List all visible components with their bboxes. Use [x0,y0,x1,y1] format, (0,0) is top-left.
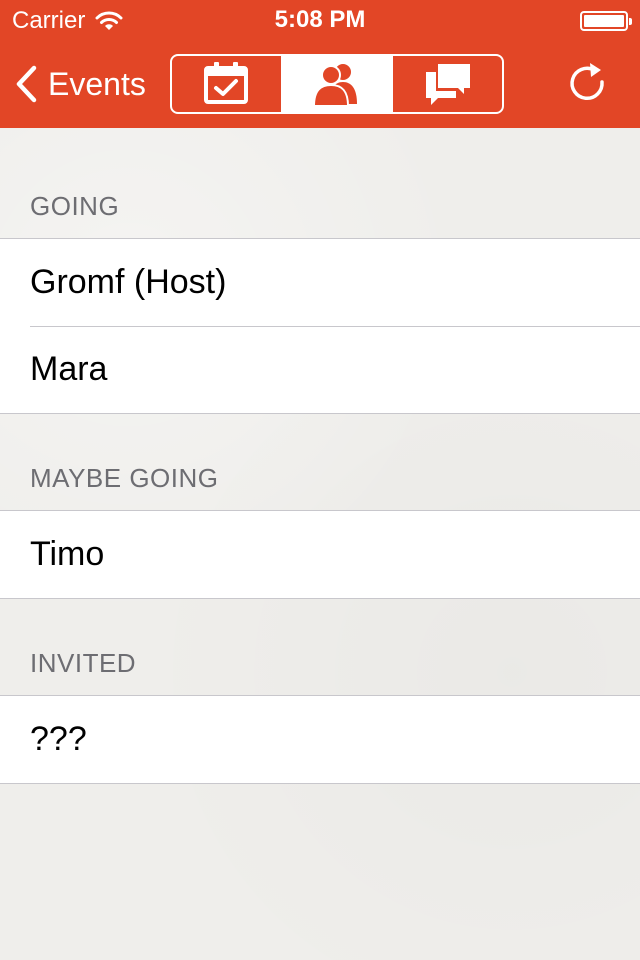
back-button[interactable]: Events [14,62,146,106]
section-header-invited: INVITED [0,599,640,695]
refresh-icon[interactable] [564,60,612,108]
segment-event-details[interactable] [172,56,281,112]
chat-bubbles-icon [425,64,470,105]
segment-attendees[interactable] [280,56,392,112]
section-title: GOING [30,191,120,221]
section-going: Gromf (Host) Mara [0,238,640,414]
people-icon [312,64,357,107]
list-item[interactable]: Mara [0,326,640,413]
navigation-bar: Events [0,40,640,128]
section-title: MAYBE GOING [30,463,219,493]
section-header-going: GOING [0,128,640,238]
segment-comments[interactable] [391,56,502,112]
battery-icon [580,11,632,31]
section-maybe-going: Timo [0,510,640,599]
list-item[interactable]: Gromf (Host) [0,239,640,326]
status-time: 5:08 PM [274,6,366,33]
section-invited: ??? [0,695,640,784]
battery-tip [629,18,632,25]
attendee-list: GOING Gromf (Host) Mara MAYBE GOING Timo… [0,128,640,784]
section-header-maybe-going: MAYBE GOING [0,414,640,510]
screen: Carrier 5:08 PM Events GOING Gromf (Host… [0,0,640,960]
calendar-check-icon [204,62,249,104]
section-title: INVITED [30,648,137,678]
segmented-control [170,54,504,114]
back-label: Events [48,65,146,102]
battery-fill [584,15,624,27]
list-item[interactable]: ??? [0,696,640,783]
chevron-left-icon [16,65,37,103]
status-bar: Carrier 5:08 PM [0,0,640,40]
header: Carrier 5:08 PM Events [0,0,640,128]
list-item[interactable]: Timo [0,511,640,598]
